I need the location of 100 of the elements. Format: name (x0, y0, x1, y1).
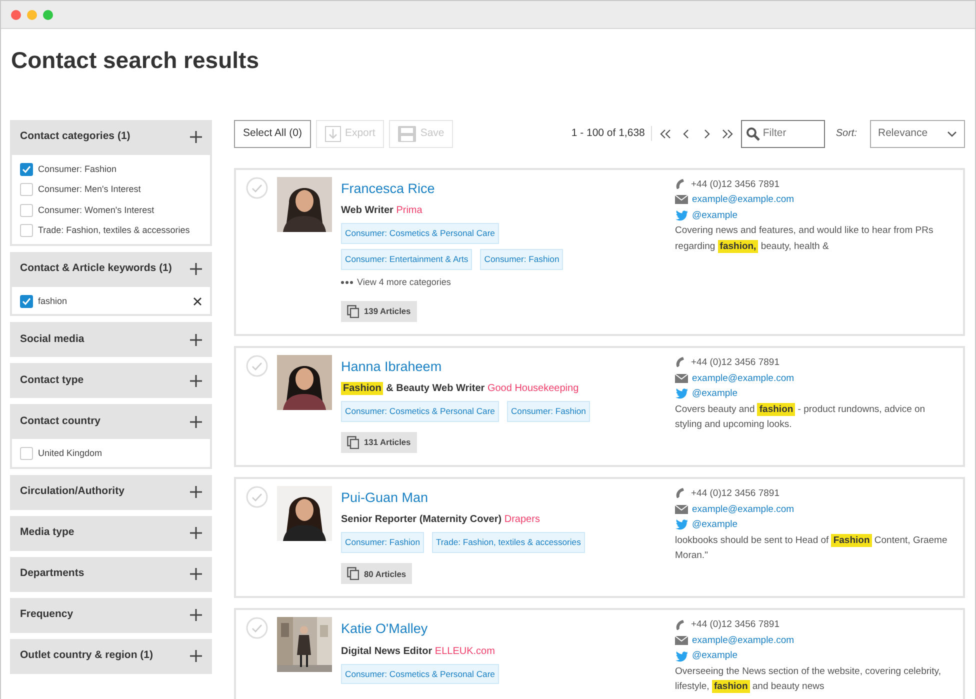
phone-number: +44 (0)12 3456 7891 (691, 178, 780, 192)
copy-icon (347, 567, 359, 580)
download-icon (324, 126, 341, 142)
close-icon[interactable] (193, 296, 202, 306)
checkbox-label[interactable]: Consumer: Men's Interest (38, 183, 202, 196)
bird-icon (675, 519, 688, 530)
articles-button[interactable]: 139 Articles (341, 301, 417, 322)
outlet-name[interactable]: Drapers (504, 514, 540, 526)
filter-header[interactable]: Contact & Article keywords (1) (10, 252, 212, 286)
result-range: 1 - 100 of 1,638 (571, 126, 652, 142)
plus-icon[interactable] (190, 263, 202, 275)
bird-icon (675, 650, 688, 662)
twitter-handle-link[interactable]: @example (692, 517, 738, 533)
checkbox[interactable] (20, 447, 33, 460)
checkbox-label[interactable]: Consumer: Women's Interest (38, 204, 202, 217)
job-title: Senior Reporter (Maternity Cover) (341, 514, 503, 526)
filter-field[interactable]: Filter (740, 120, 825, 148)
plus-icon[interactable] (190, 527, 202, 539)
category-tag[interactable]: Consumer: Fashion (480, 248, 564, 270)
envelope-icon (675, 636, 688, 646)
select-all-button[interactable]: Select All (0) (234, 120, 311, 148)
plus-icon[interactable] (190, 568, 202, 580)
articles-button[interactable]: 131 Articles (341, 432, 417, 454)
checkbox-label[interactable]: Consumer: Fashion (38, 162, 202, 176)
phone-icon (675, 488, 687, 500)
checkbox-label[interactable]: Trade: Fashion, textiles & accessories (38, 224, 202, 238)
copy-icon (347, 436, 359, 450)
maximize-window-dot[interactable] (43, 10, 53, 20)
filter-header[interactable]: Circulation/Authority (10, 474, 212, 510)
category-tag[interactable]: Consumer: Entertainment & Arts (341, 248, 472, 270)
checkbox[interactable] (20, 204, 33, 217)
checkbox[interactable] (20, 224, 33, 238)
phone-number: +44 (0)12 3456 7891 (691, 618, 780, 632)
contact-description: lookbooks should be sent to Head of Fashion Content, Graeme Moran." (675, 532, 948, 564)
category-tag[interactable]: Consumer: Cosmetics & Personal Care (341, 401, 499, 422)
chevron-down-icon (947, 130, 957, 136)
category-tag[interactable]: Consumer: Cosmetics & Personal Care (341, 664, 499, 684)
outlet-name[interactable]: Good Housekeeping (487, 383, 579, 394)
email-link[interactable]: example@example.com (692, 370, 794, 386)
checkbox[interactable] (20, 162, 33, 176)
filter-header[interactable]: Outlet country & region (1) (10, 638, 212, 674)
contact-name-link[interactable]: Francesca Rice (341, 178, 435, 199)
contact-description: Overseeing the News section of the website, covering celebrity, lifestyle, fashion and beauty news (675, 664, 942, 695)
more-dots-icon (341, 280, 353, 284)
copy-icon (347, 305, 359, 318)
more-categories-link[interactable]: View 4 more categories (357, 276, 451, 290)
filter-header[interactable]: Frequency (10, 598, 212, 632)
filter-header[interactable]: Media type (10, 516, 212, 550)
plus-icon[interactable] (190, 374, 202, 386)
contact-name-link[interactable]: Hanna Ibraheem (341, 357, 442, 378)
filter-header[interactable]: Departments (10, 556, 212, 592)
bird-icon (675, 388, 688, 400)
sort-label: Sort: (836, 127, 857, 141)
category-tag[interactable]: Trade: Fashion, textiles & accessories (432, 532, 585, 554)
contact-name-link[interactable]: Pui-Guan Man (341, 488, 428, 508)
email-link[interactable]: example@example.com (692, 632, 794, 648)
filter-header[interactable]: Social media (10, 322, 212, 357)
phone-icon (675, 178, 687, 190)
plus-icon[interactable] (190, 334, 202, 346)
plus-icon[interactable] (190, 131, 202, 143)
contact-description: Covering news and features, and would like to hear from PRs regarding fashion, beauty, health & (675, 224, 934, 254)
filter-header[interactable]: Contact country (10, 404, 212, 439)
filter-header[interactable]: Contact categories (1) (10, 120, 212, 154)
category-tag[interactable]: Consumer: Fashion (506, 401, 590, 422)
filter-header[interactable]: Contact type (10, 363, 212, 398)
twitter-handle-link[interactable]: @example (692, 648, 738, 664)
envelope-icon (675, 504, 688, 514)
sort-dropdown[interactable]: Relevance (870, 120, 965, 148)
envelope-icon (675, 374, 688, 383)
envelope-icon (675, 195, 688, 204)
twitter-handle-link[interactable]: @example (692, 386, 738, 402)
phone-icon (675, 357, 687, 368)
articles-button[interactable]: 80 Articles (341, 563, 412, 584)
contact-description: Covers beauty and fashion - product rundowns, advice on styling and upcoming looks. (675, 402, 926, 432)
plus-icon[interactable] (190, 650, 202, 662)
close-window-dot[interactable] (11, 10, 21, 20)
plus-icon[interactable] (190, 609, 202, 621)
job-title: Web Writer (341, 204, 394, 216)
first-page-icon[interactable] (658, 128, 671, 140)
checkbox[interactable] (20, 183, 33, 196)
phone-number: +44 (0)12 3456 7891 (691, 356, 780, 370)
job-title: Digital News Editor (341, 646, 434, 657)
contact-name-link[interactable]: Katie O'Malley (341, 619, 428, 640)
twitter-handle-link[interactable]: @example (692, 208, 738, 223)
phone-icon (675, 620, 687, 631)
checkbox[interactable] (20, 294, 33, 308)
category-tag[interactable]: Consumer: Cosmetics & Personal Care (341, 222, 499, 244)
bird-icon (675, 210, 688, 221)
category-tag[interactable]: Consumer: Fashion (341, 532, 424, 554)
email-link[interactable]: example@example.com (692, 502, 794, 518)
minimize-window-dot[interactable] (27, 10, 37, 20)
page-title: Contact search results (11, 46, 260, 75)
phone-number: +44 (0)12 3456 7891 (691, 487, 780, 502)
plus-icon[interactable] (190, 416, 202, 428)
last-page-icon[interactable] (722, 128, 734, 140)
outlet-name[interactable]: ELLEUK.com (434, 646, 495, 657)
email-link[interactable]: example@example.com (692, 192, 794, 208)
outlet-name[interactable]: Prima (396, 204, 422, 216)
plus-icon[interactable] (190, 486, 202, 498)
job-title: Fashion & Beauty Web Writer (341, 382, 486, 396)
